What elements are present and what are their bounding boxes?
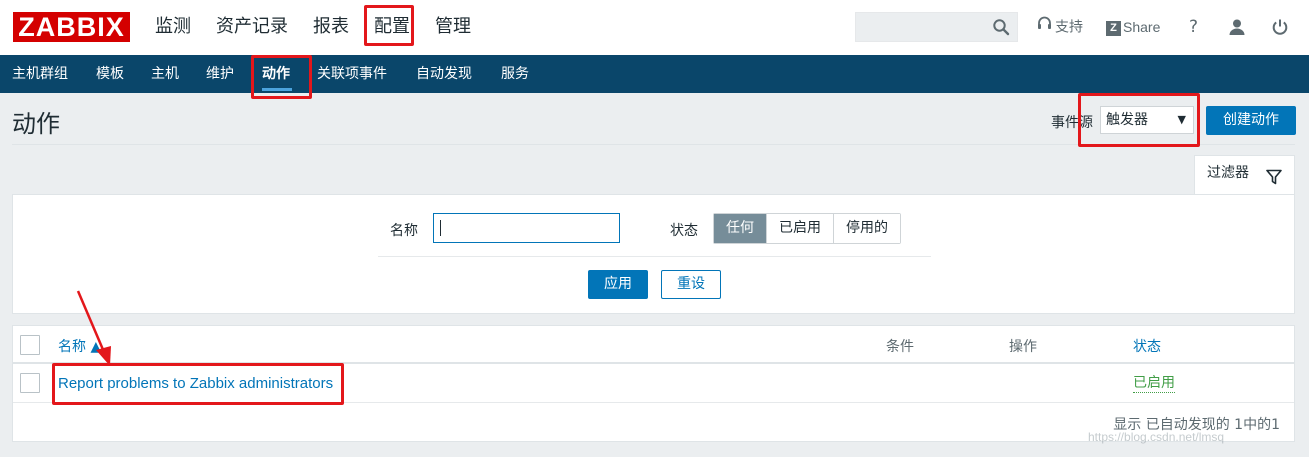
annotation-arrow xyxy=(76,290,111,366)
